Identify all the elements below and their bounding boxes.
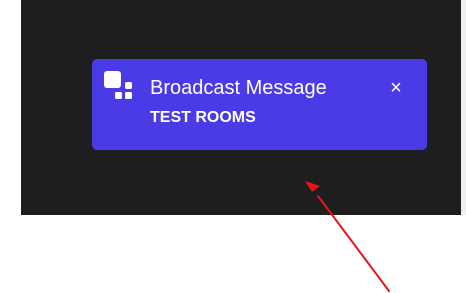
broadcast-notification[interactable]: Broadcast Message TEST ROOMS × <box>92 59 427 150</box>
broadcast-icon <box>104 71 132 99</box>
notification-title: Broadcast Message <box>150 77 327 99</box>
notification-subtitle: TEST ROOMS <box>150 109 256 126</box>
window-edge <box>461 0 466 215</box>
close-button[interactable]: × <box>384 76 408 100</box>
